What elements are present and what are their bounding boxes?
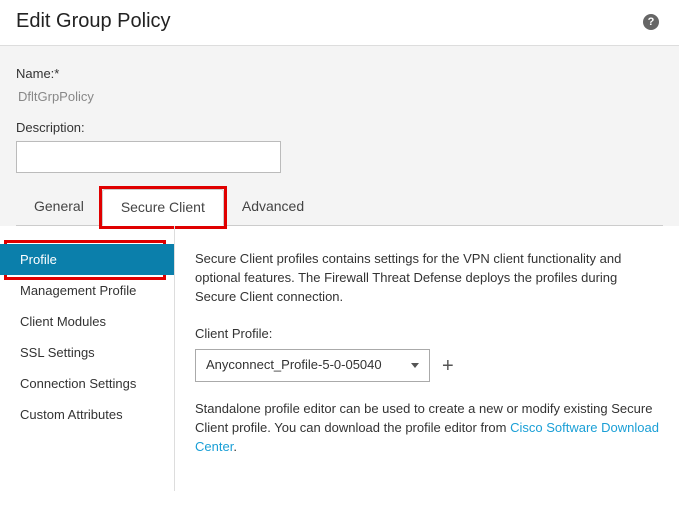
sidebar-item-management-profile[interactable]: Management Profile: [0, 275, 174, 306]
lower-panel: Profile Management Profile Client Module…: [0, 226, 679, 491]
dialog-header: Edit Group Policy ?: [0, 0, 679, 46]
client-profile-label: Client Profile:: [195, 325, 659, 344]
intro-text: Secure Client profiles contains settings…: [195, 250, 659, 307]
name-label: Name:*: [16, 66, 663, 81]
sidebar-item-profile[interactable]: Profile: [0, 244, 174, 275]
tab-advanced[interactable]: Advanced: [224, 189, 322, 225]
name-field-group: Name:* DfltGrpPolicy: [16, 66, 663, 104]
sidebar-item-ssl-settings[interactable]: SSL Settings: [0, 337, 174, 368]
sidebar-item-label: Custom Attributes: [20, 407, 123, 422]
chevron-down-icon: [411, 363, 419, 368]
sidebar-item-label: Client Modules: [20, 314, 106, 329]
upper-panel: Name:* DfltGrpPolicy Description: Genera…: [0, 46, 679, 226]
sidebar-item-label: SSL Settings: [20, 345, 95, 360]
sidebar-item-label: Profile: [20, 252, 57, 267]
content-pane: Secure Client profiles contains settings…: [175, 226, 679, 491]
client-profile-row: Anyconnect_Profile-5-0-05040 +: [195, 349, 659, 382]
standalone-text: Standalone profile editor can be used to…: [195, 400, 659, 457]
description-field-group: Description:: [16, 120, 663, 173]
tab-label: Secure Client: [121, 199, 205, 215]
description-input[interactable]: [16, 141, 281, 173]
sidebar-item-label: Connection Settings: [20, 376, 136, 391]
client-profile-value: Anyconnect_Profile-5-0-05040: [206, 356, 382, 375]
sidebar-item-connection-settings[interactable]: Connection Settings: [0, 368, 174, 399]
sidebar-item-label: Management Profile: [20, 283, 136, 298]
tab-general[interactable]: General: [16, 189, 102, 225]
name-value: DfltGrpPolicy: [16, 87, 663, 104]
sidebar: Profile Management Profile Client Module…: [0, 226, 175, 491]
tab-label: General: [34, 198, 84, 214]
sidebar-item-custom-attributes[interactable]: Custom Attributes: [0, 399, 174, 430]
help-icon[interactable]: ?: [643, 14, 659, 30]
dialog-title: Edit Group Policy: [16, 10, 171, 33]
tab-label: Advanced: [242, 198, 304, 214]
add-profile-button[interactable]: +: [438, 356, 458, 376]
sidebar-item-client-modules[interactable]: Client Modules: [0, 306, 174, 337]
tab-secure-client[interactable]: Secure Client: [102, 189, 224, 226]
description-label: Description:: [16, 120, 663, 135]
tab-bar: General Secure Client Advanced: [16, 189, 663, 226]
client-profile-select[interactable]: Anyconnect_Profile-5-0-05040: [195, 349, 430, 382]
standalone-suffix: .: [233, 439, 237, 454]
